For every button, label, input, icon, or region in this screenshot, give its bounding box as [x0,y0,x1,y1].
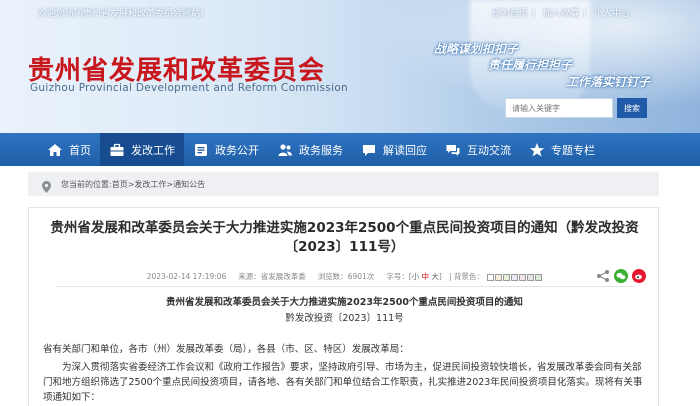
nav-item-label: 互动交流 [467,143,511,157]
font-size-small[interactable]: 小 [412,272,420,281]
nav-item-label: 解读回应 [383,143,427,157]
breadcrumb-prefix: 您当前的位置: [61,179,112,189]
people-icon [277,142,293,158]
source-label: 来源： [238,272,261,281]
nav-item-label: 首页 [69,143,91,157]
theme-swatches [486,272,543,281]
theme-swatch[interactable] [487,273,495,281]
theme-swatch[interactable] [503,273,511,281]
nav-item-interpret[interactable]: 解读回应 [352,133,436,166]
location-pin-icon [42,178,51,193]
recipients-line: 省有关部门和单位，各市（州）发展改革委（局），各县（市、区、特区）发展改革局： [43,344,409,355]
views-label: 浏览数： [317,272,348,281]
document-title: 贵州省发展和改革委员会关于大力推进实施2023年2500个重点民间投资项目的通知 [166,297,523,308]
home-icon [47,142,63,158]
set-homepage-link[interactable]: 设为首页 [492,9,528,19]
breadcrumb-separator: > [166,179,174,189]
nav-item-label: 政务服务 [299,143,343,157]
search-box: 搜索 [505,98,661,118]
meta-divider [55,286,635,287]
main-nav: 首页 发改工作 政务公开 政务服务 解读回应 互动交流 专题专栏 [0,133,700,166]
nav-item-special[interactable]: 专题专栏 [520,133,604,166]
share-icon[interactable] [596,268,610,282]
font-size-large[interactable]: 大 [431,272,439,281]
article-meta: 2023-02-14 17:19:06 来源：省发展改革委 浏览数：6901次 … [29,271,660,282]
chat-icon [361,142,377,158]
personal-center-link[interactable]: 个人中心 [594,9,630,19]
welcome-text: 欢迎您访问贵州省发展和改革委员会网站！ [38,9,210,19]
breadcrumb: 您当前的位置: 首页 > 发改工作 > 通知公告 [28,172,659,196]
article-body: 省有关部门和单位，各市（州）发展改革委（局），各县（市、区、特区）发展改革局： … [43,342,648,405]
open-gov-icon [193,142,209,158]
search-input[interactable] [505,98,613,118]
article-container: 贵州省发展和改革委员会关于大力推进实施2023年2500个重点民间投资项目的通知… [28,207,659,406]
font-size-medium[interactable]: 中 [422,272,430,281]
theme-swatch[interactable] [519,273,527,281]
site-header: 欢迎您访问贵州省发展和改革委员会网站！ 设为首页 | 加入收藏 | 个人中心 贵州省发展… [0,0,700,133]
slogan-3: 工作落实钉钉子 [566,75,651,89]
search-button[interactable]: 搜索 [617,98,647,118]
top-link-separator: | [582,9,586,19]
top-link-separator: | [531,9,535,19]
nav-item-service[interactable]: 政务服务 [268,133,352,166]
wechat-icon[interactable] [614,268,628,283]
nav-item-label: 专题专栏 [551,143,595,157]
document-number: 黔发改投资〔2023〕111号 [285,313,404,324]
theme-swatch[interactable] [535,273,543,281]
source-value: 省发展改革委 [260,272,306,281]
nav-item-work[interactable]: 发改工作 [100,133,184,166]
font-size-label: 字号： [386,272,409,281]
briefcase-icon [109,142,125,158]
breadcrumb-home-link[interactable]: 首页 [112,180,128,189]
body-paragraph: 为深入贯彻落实省委经济工作会议和《政府工作报告》要求，坚持政府引导、市场为主，促… [43,362,643,403]
slogan-2: 责任履行担担子 [488,58,573,72]
breadcrumb-separator: > [127,179,135,189]
breadcrumb-work-link[interactable]: 发改工作 [134,180,166,189]
theme-swatch[interactable] [511,273,519,281]
weibo-icon[interactable] [632,268,646,283]
nav-item-home[interactable]: 首页 [38,133,100,166]
theme-swatch[interactable] [495,273,503,281]
publish-date: 2023-02-14 17:19:06 [146,272,227,281]
share-tools [592,268,646,283]
article-title: 贵州省发展和改革委员会关于大力推进实施2023年2500个重点民间投资项目的通知… [50,220,639,255]
theme-swatch[interactable] [527,273,535,281]
nav-item-open-gov[interactable]: 政务公开 [184,133,268,166]
slogan-1: 战略谋划扣扣子 [434,42,519,56]
add-favorite-link[interactable]: 加入收藏 [543,9,579,19]
top-links: 设为首页 | 加入收藏 | 个人中心 [488,6,630,19]
star-icon [529,142,545,158]
message-icon [445,142,461,158]
nav-item-interaction[interactable]: 互动交流 [436,133,520,166]
views-count: 6901次 [347,272,375,281]
site-logo-subtitle: Guizhou Provincial Development and Refor… [30,82,348,94]
nav-item-label: 政务公开 [215,143,259,157]
breadcrumb-notice-link[interactable]: 通知公告 [173,180,205,189]
nav-item-label: 发改工作 [131,143,175,157]
theme-label: | 背景色： [449,272,484,281]
